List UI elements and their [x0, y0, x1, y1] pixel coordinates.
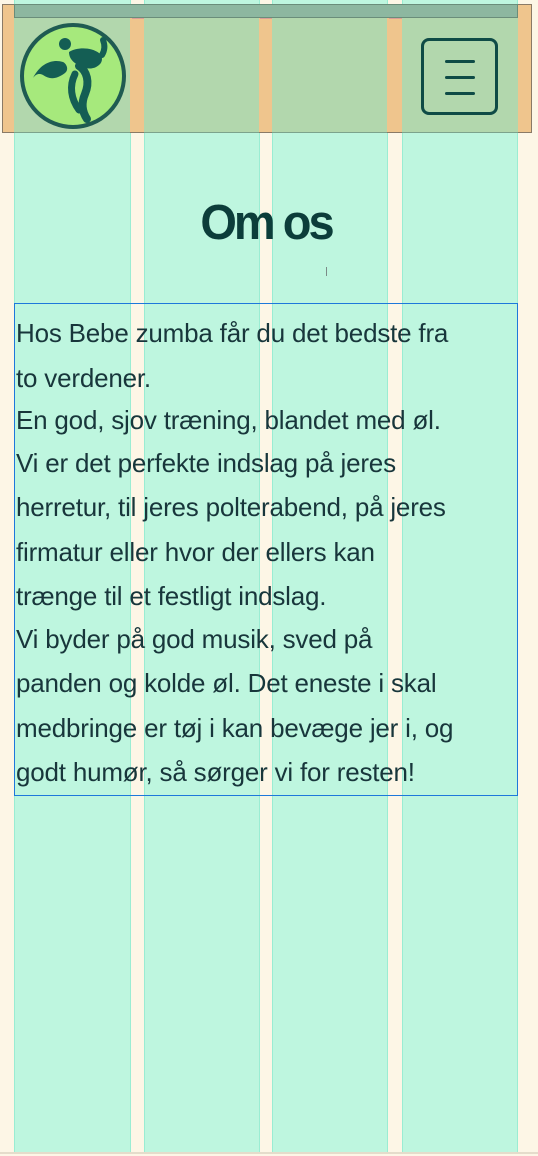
- header-grid-cell: [144, 18, 259, 133]
- hamburger-menu-icon: [445, 92, 475, 95]
- header-grid-cell: [272, 18, 387, 133]
- menu-button[interactable]: [421, 38, 498, 115]
- about-paragraph-4: Vi byder på god musik, sved på panden og…: [16, 623, 454, 788]
- header-grid-band: [14, 4, 518, 18]
- hamburger-menu-icon: [445, 76, 475, 79]
- about-paragraph-3: Vi er det perfekte indslag på jeres herr…: [16, 447, 446, 612]
- page-title: Om os: [200, 194, 334, 250]
- about-text-block[interactable]: Hos Bebe zumba får du det bedste fra to …: [14, 303, 518, 796]
- hamburger-menu-icon: [445, 60, 475, 63]
- text-cursor-marker: [326, 267, 327, 276]
- dancer-logo-icon[interactable]: [19, 22, 127, 130]
- page-bottom-rule: [0, 1152, 538, 1154]
- about-paragraph-2: En god, sjov træning, blandet med øl.: [16, 405, 441, 435]
- about-paragraph-1: Hos Bebe zumba får du det bedste fra to …: [16, 318, 449, 393]
